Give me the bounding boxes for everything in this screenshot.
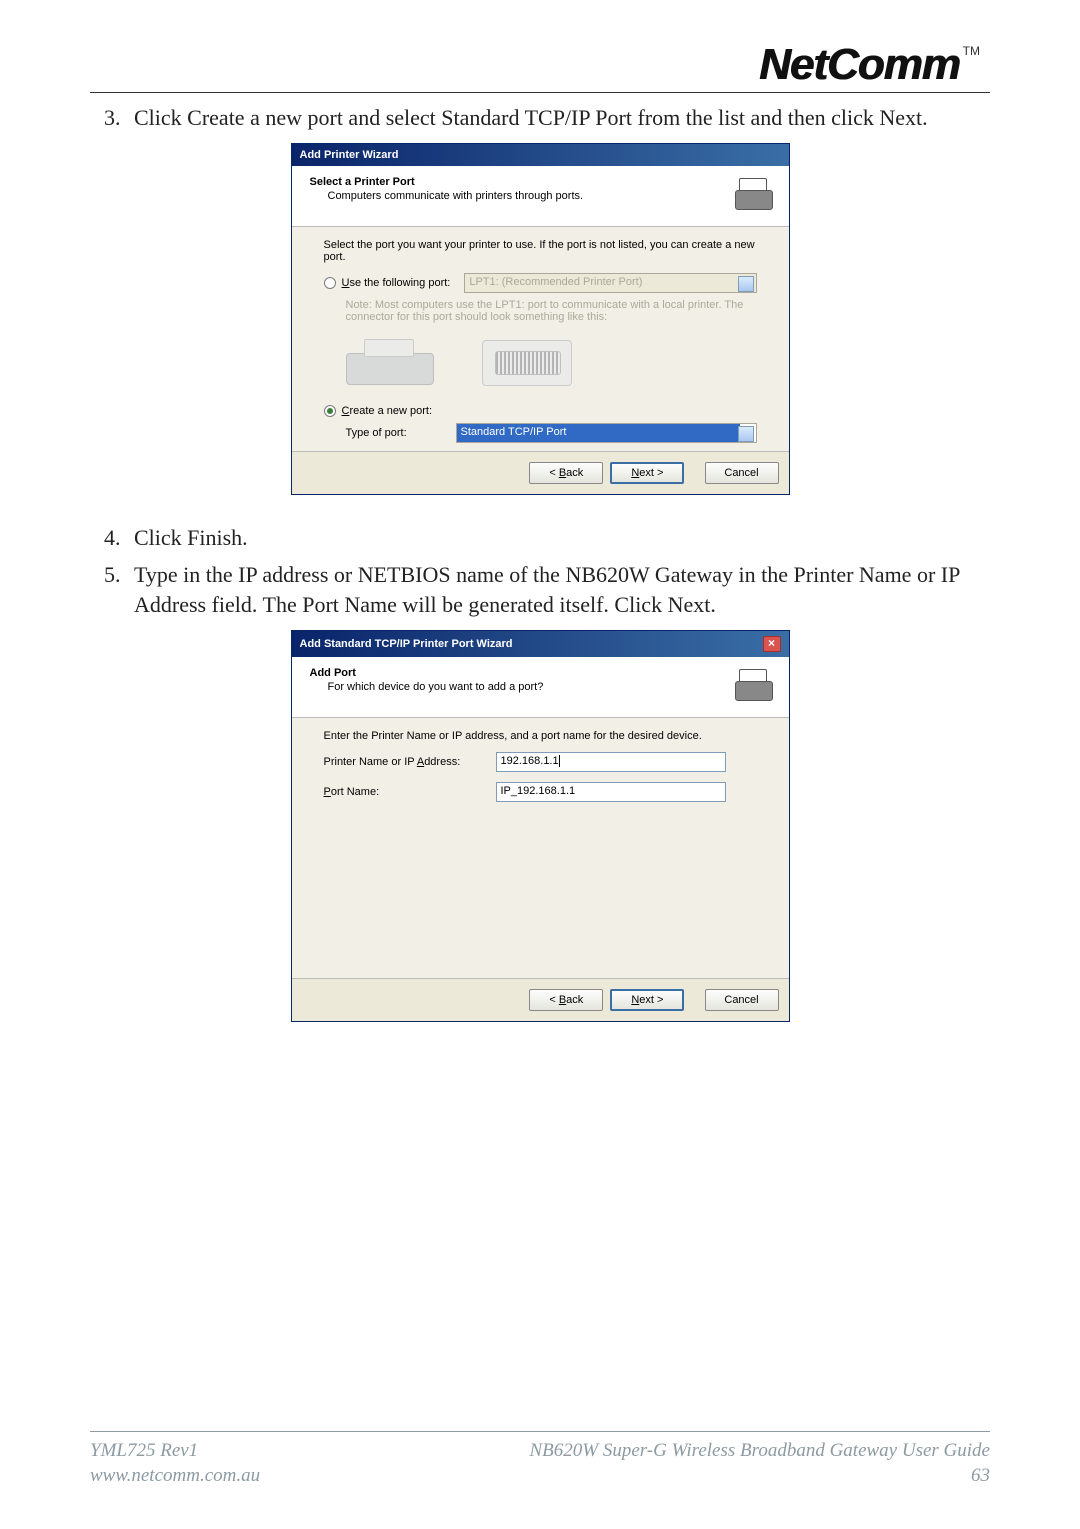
brand-logo: NetComm TM <box>90 40 990 90</box>
printer-name-ip-label: Printer Name or IP Address: <box>324 756 496 768</box>
step-3-number: 3. <box>90 103 134 133</box>
dialog-header-subtitle: For which device do you want to add a po… <box>328 681 733 693</box>
next-button[interactable]: Next > <box>610 462 684 484</box>
dialog-footer: < Back Next > Cancel <box>292 978 789 1021</box>
dialog-title: Add Printer Wizard <box>300 149 399 161</box>
radio-icon <box>324 277 336 289</box>
step-4-text: Click Finish. <box>134 523 990 553</box>
step-5-number: 5. <box>90 560 134 619</box>
close-icon[interactable]: × <box>763 636 781 652</box>
port-illustration <box>482 340 572 386</box>
wizard1-instruction: Select the port you want your printer to… <box>324 239 757 263</box>
type-of-port-label: Type of port: <box>346 427 456 439</box>
add-tcpip-port-wizard-dialog: Add Standard TCP/IP Printer Port Wizard … <box>291 630 790 1022</box>
port-name-label: Port Name: <box>324 786 496 798</box>
radio-icon <box>324 405 336 417</box>
type-of-port-value: Standard TCP/IP Port <box>457 424 740 442</box>
dialog-header-title: Add Port <box>310 667 733 679</box>
page-footer: YML725 Rev1 www.netcomm.com.au NB620W Su… <box>90 1431 990 1489</box>
dialog-titlebar: Add Printer Wizard <box>292 144 789 166</box>
dialog-titlebar: Add Standard TCP/IP Printer Port Wizard … <box>292 631 789 657</box>
printer-icon <box>733 667 777 707</box>
next-button[interactable]: Next > <box>610 989 684 1011</box>
dialog-header: Select a Printer Port Computers communic… <box>292 166 789 227</box>
footer-divider <box>90 1431 990 1432</box>
dialog-title: Add Standard TCP/IP Printer Port Wizard <box>300 638 513 650</box>
dialog-header-title: Select a Printer Port <box>310 176 733 188</box>
connector-illustration <box>346 327 757 399</box>
lpt-port-combo: LPT1: (Recommended Printer Port) <box>464 273 756 293</box>
create-new-port-radio-row[interactable]: Create a new port: <box>324 405 757 417</box>
create-new-port-label: Create a new port: <box>342 405 433 417</box>
lpt-note-text: Note: Most computers use the LPT1: port … <box>346 299 757 323</box>
type-of-port-combo[interactable]: Standard TCP/IP Port <box>456 423 757 443</box>
cancel-button[interactable]: Cancel <box>705 462 779 484</box>
dialog-header-subtitle: Computers communicate with printers thro… <box>328 190 733 202</box>
back-button[interactable]: < Back <box>529 462 603 484</box>
logo-tm: TM <box>963 44 980 58</box>
printer-icon <box>733 176 777 216</box>
printer-illustration <box>346 335 432 391</box>
logo-text: NetComm <box>759 40 960 90</box>
step-5: 5. Type in the IP address or NETBIOS nam… <box>90 560 990 619</box>
step-5-text: Type in the IP address or NETBIOS name o… <box>134 560 990 619</box>
header-divider <box>90 92 990 93</box>
footer-doc-rev: YML725 Rev1 <box>90 1438 260 1464</box>
printer-name-ip-input[interactable]: 192.168.1.1 <box>496 752 726 772</box>
dialog-header: Add Port For which device do you want to… <box>292 657 789 718</box>
step-3-text: Click Create a new port and select Stand… <box>134 103 990 133</box>
footer-doc-title: NB620W Super-G Wireless Broadband Gatewa… <box>530 1438 991 1464</box>
add-printer-wizard-dialog: Add Printer Wizard Select a Printer Port… <box>291 143 790 495</box>
step-4-number: 4. <box>90 523 134 553</box>
step-4: 4. Click Finish. <box>90 523 990 553</box>
footer-page-number: 63 <box>530 1463 991 1489</box>
dialog-footer: < Back Next > Cancel <box>292 451 789 494</box>
wizard2-instruction: Enter the Printer Name or IP address, an… <box>324 730 757 742</box>
step-3: 3. Click Create a new port and select St… <box>90 103 990 133</box>
footer-url: www.netcomm.com.au <box>90 1463 260 1489</box>
use-following-port-radio-row[interactable]: Use the following port: LPT1: (Recommend… <box>324 273 757 293</box>
use-following-port-label: Use the following port: <box>342 277 451 289</box>
port-name-input[interactable]: IP_192.168.1.1 <box>496 782 726 802</box>
cancel-button[interactable]: Cancel <box>705 989 779 1011</box>
back-button[interactable]: < Back <box>529 989 603 1011</box>
